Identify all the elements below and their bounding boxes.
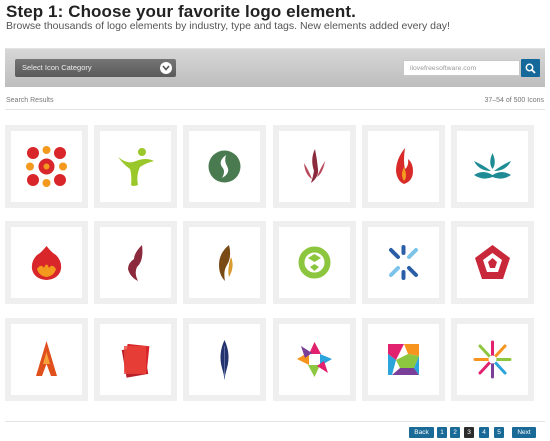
logo-tile-15[interactable]	[183, 318, 266, 401]
logo-tile-17[interactable]	[362, 318, 445, 401]
page-button-1[interactable]: 1	[437, 427, 447, 438]
logo-tile-10[interactable]	[273, 221, 356, 304]
fireball-icon	[31, 246, 62, 280]
square-puzzle-icon	[388, 344, 419, 375]
next-button[interactable]: Next	[512, 427, 536, 438]
search-icon	[525, 63, 536, 74]
divider	[5, 421, 545, 422]
search-results-count: 37–54 of 500 Icons	[484, 97, 544, 104]
logo-tile-4[interactable]	[273, 125, 356, 208]
logo-tile-8[interactable]	[94, 221, 177, 304]
logo-tile-5[interactable]	[362, 125, 445, 208]
pentagon-star-icon	[475, 245, 510, 279]
logo-tile-16[interactable]	[273, 318, 356, 401]
chevron-down-icon	[160, 62, 172, 74]
feather-icon	[220, 340, 229, 380]
filter-toolbar: Select Icon Category	[5, 48, 545, 87]
search-button[interactable]	[521, 59, 540, 77]
logo-tile-11[interactable]	[362, 221, 445, 304]
wing-swoosh-icon	[128, 245, 143, 281]
search-results-label: Search Results	[6, 97, 54, 104]
page-button-4[interactable]: 4	[479, 427, 489, 438]
logo-tile-14[interactable]	[94, 318, 177, 401]
search-input[interactable]	[403, 60, 520, 76]
logo-tile-1[interactable]	[5, 125, 88, 208]
category-select[interactable]: Select Icon Category	[15, 59, 176, 77]
swirl-star-icon	[297, 342, 332, 377]
logo-tile-2[interactable]	[94, 125, 177, 208]
back-button[interactable]: Back	[409, 427, 434, 438]
rocket-a-icon	[36, 341, 57, 376]
flame-plant-icon	[304, 149, 325, 183]
category-select-label: Select Icon Category	[22, 63, 92, 72]
page-button-5[interactable]: 5	[494, 427, 504, 438]
page-button-3[interactable]: 3	[464, 427, 474, 438]
logo-tile-13[interactable]	[5, 318, 88, 401]
page-subtitle: Browse thousands of logo elements by ind…	[6, 20, 450, 32]
page-title: Step 1: Choose your favorite logo elemen…	[6, 2, 356, 21]
burst-lines-icon	[389, 245, 418, 280]
logo-tile-12[interactable]	[451, 221, 534, 304]
lotus-ornament-icon	[474, 153, 511, 179]
logo-tile-7[interactable]	[5, 221, 88, 304]
circle-leaf-icon	[208, 150, 241, 183]
dancing-figure-icon	[118, 148, 154, 186]
page-button-2[interactable]: 2	[450, 427, 460, 438]
leaf-flame-icon	[219, 245, 233, 281]
recycle-ring-icon	[298, 246, 331, 279]
logo-tile-9[interactable]	[183, 221, 266, 304]
flame-icon	[396, 148, 413, 184]
divider	[5, 109, 545, 110]
stacked-pages-icon	[121, 343, 150, 378]
logo-tile-18[interactable]	[451, 318, 534, 401]
logo-tile-3[interactable]	[183, 125, 266, 208]
molecule-cross-icon	[26, 146, 67, 187]
logo-tile-6[interactable]	[451, 125, 534, 208]
burst-people-icon	[473, 340, 512, 379]
